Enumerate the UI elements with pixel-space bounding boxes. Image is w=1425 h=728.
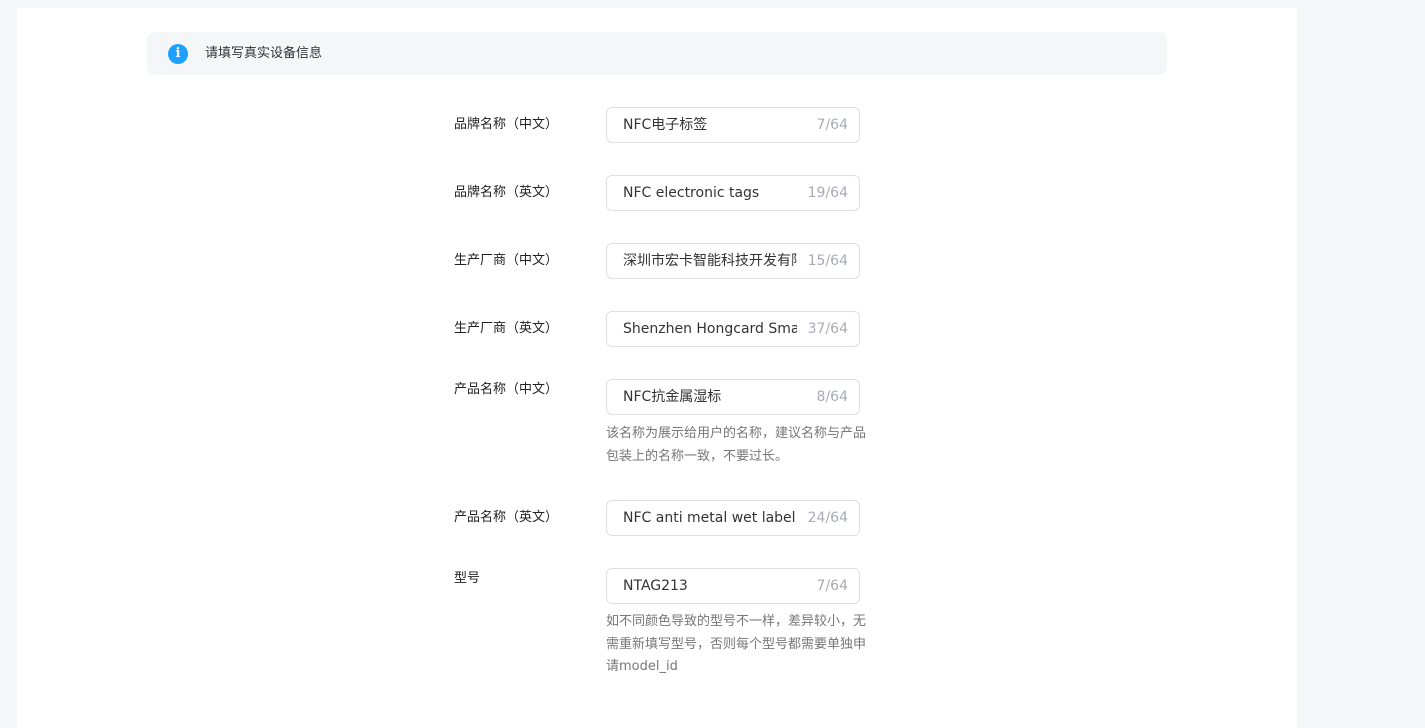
info-icon: i bbox=[168, 44, 188, 64]
input-value: Shenzhen Hongcard Smart bbox=[623, 321, 797, 337]
brand-name-zh-input[interactable]: NFC电子标签 7/64 bbox=[606, 107, 860, 143]
input-value: NFC anti metal wet label bbox=[623, 510, 796, 526]
model-input[interactable]: NTAG213 7/64 bbox=[606, 568, 860, 604]
manufacturer-en-input[interactable]: Shenzhen Hongcard Smart 37/64 bbox=[606, 311, 860, 347]
field-label: 产品名称（中文） bbox=[454, 382, 559, 397]
field-label: 品牌名称（英文） bbox=[454, 185, 559, 200]
form-card: i 请填写真实设备信息 品牌名称（中文） NFC电子标签 7/64 品牌名称（英… bbox=[17, 8, 1297, 728]
notice-text: 请填写真实设备信息 bbox=[205, 46, 323, 61]
input-value: NFC电子标签 bbox=[623, 117, 708, 133]
product-name-en-input[interactable]: NFC anti metal wet label 24/64 bbox=[606, 500, 860, 536]
input-value: NTAG213 bbox=[623, 578, 688, 594]
field-label: 产品名称（英文） bbox=[454, 510, 559, 525]
char-count: 15/64 bbox=[807, 253, 848, 269]
field-label: 型号 bbox=[454, 571, 481, 586]
field-label: 生产厂商（英文） bbox=[454, 321, 559, 336]
char-count: 8/64 bbox=[816, 389, 848, 405]
field-hint: 如不同颜色导致的型号不一样，差异较小，无需重新填写型号，否则每个型号都需要单独申… bbox=[606, 614, 867, 674]
field-hint: 该名称为展示给用户的名称，建议名称与产品包装上的名称一致，不要过长。 bbox=[606, 426, 867, 464]
product-name-zh-input[interactable]: NFC抗金属湿标 8/64 bbox=[606, 379, 860, 415]
char-count: 7/64 bbox=[816, 578, 848, 594]
info-notice: i 请填写真实设备信息 bbox=[147, 32, 1167, 75]
input-value: NFC electronic tags bbox=[623, 185, 760, 201]
brand-name-en-input[interactable]: NFC electronic tags 19/64 bbox=[606, 175, 860, 211]
field-label: 品牌名称（中文） bbox=[454, 117, 559, 132]
char-count: 7/64 bbox=[816, 117, 848, 133]
char-count: 19/64 bbox=[807, 185, 848, 201]
char-count: 37/64 bbox=[807, 321, 848, 337]
char-count: 24/64 bbox=[807, 510, 848, 526]
field-label: 生产厂商（中文） bbox=[454, 253, 559, 268]
manufacturer-zh-input[interactable]: 深圳市宏卡智能科技开发有限 15/64 bbox=[606, 243, 860, 279]
input-value: 深圳市宏卡智能科技开发有限 bbox=[623, 253, 797, 269]
input-value: NFC抗金属湿标 bbox=[623, 389, 722, 405]
